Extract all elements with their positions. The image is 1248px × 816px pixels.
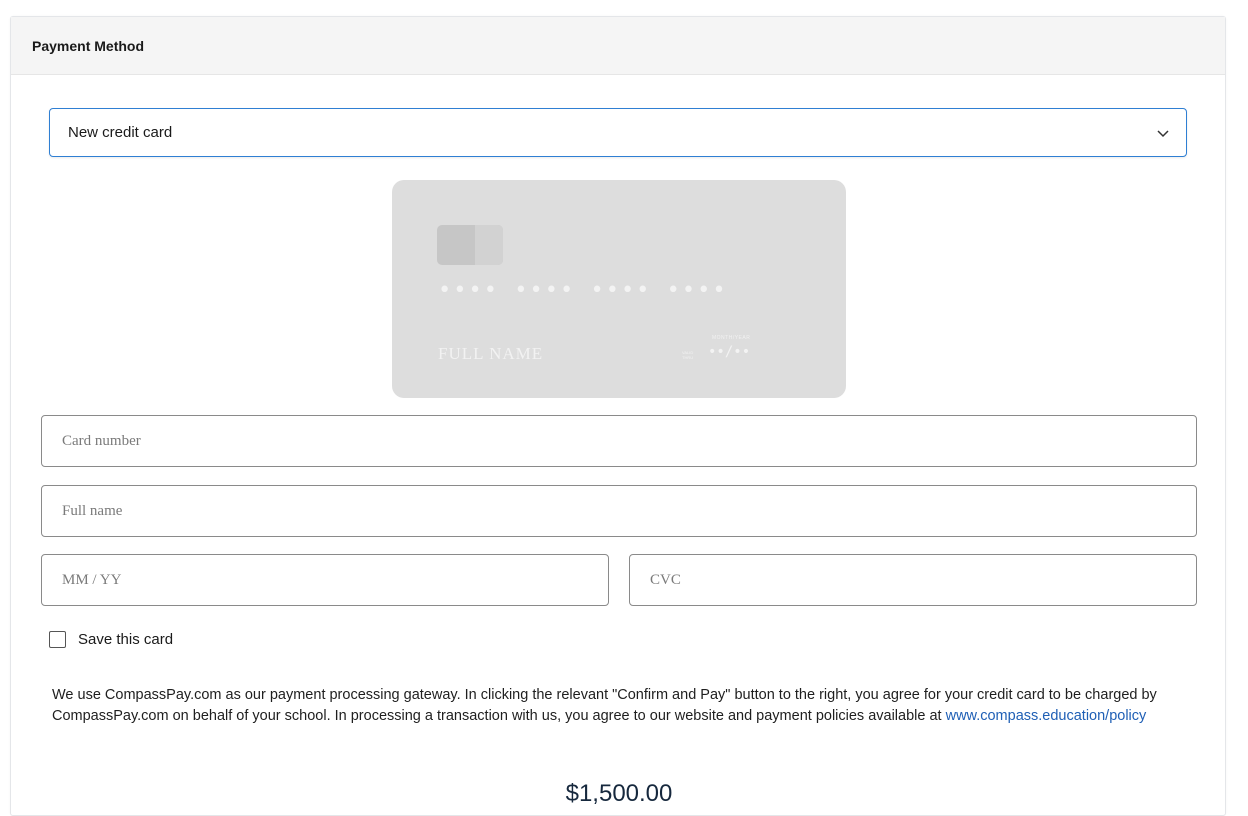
top-strip: [0, 0, 1248, 16]
credit-card-preview: •••• •••• •••• •••• FULL NAME VALID THRU…: [392, 180, 846, 398]
card-number-input[interactable]: [41, 415, 1197, 467]
save-card-checkbox[interactable]: [49, 631, 66, 648]
save-card-label: Save this card: [78, 631, 174, 648]
card-chip-icon: [437, 225, 503, 265]
card-preview-number: •••• •••• •••• ••••: [438, 278, 728, 303]
card-preview-name: FULL NAME: [438, 344, 544, 363]
save-card-option[interactable]: Save this card: [49, 631, 173, 648]
policy-link[interactable]: www.compass.education/policy: [946, 708, 1147, 724]
expiry-input[interactable]: [41, 554, 609, 606]
card-preview-valid-label: VALID THRU: [682, 350, 694, 360]
payment-legal-notice: We use CompassPay.com as our payment pro…: [52, 685, 1202, 727]
payment-method-selected-value: New credit card: [68, 124, 173, 141]
card-preview-expiry: ••/••: [708, 344, 751, 360]
card-preview-month-year-label: MONTH/YEAR: [712, 335, 751, 341]
payment-method-panel: Payment Method New credit card •••• ••••…: [10, 16, 1226, 816]
chevron-down-icon: [1157, 129, 1169, 137]
payment-method-select[interactable]: New credit card: [49, 108, 1187, 157]
cvc-input[interactable]: [629, 554, 1197, 606]
panel-title: Payment Method: [32, 37, 145, 54]
payment-amount: $1,500.00: [565, 780, 673, 807]
full-name-input[interactable]: [41, 485, 1197, 537]
panel-header: Payment Method: [11, 17, 1225, 75]
